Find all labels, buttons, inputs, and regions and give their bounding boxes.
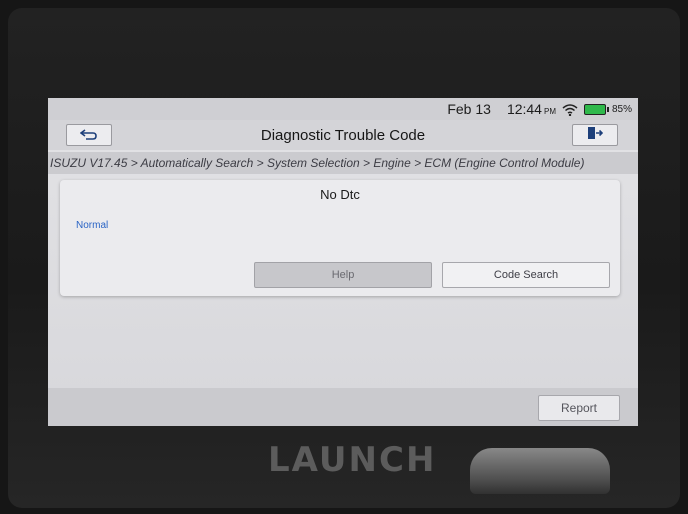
title-bar: Diagnostic Trouble Code	[48, 120, 638, 150]
page-title: Diagnostic Trouble Code	[260, 126, 426, 144]
help-button[interactable]: Help	[254, 262, 432, 288]
breadcrumb: ISUZU V17.45 > Automatically Search > Sy…	[48, 152, 638, 174]
battery-icon	[583, 103, 609, 115]
battery-percent: 85%	[611, 103, 632, 115]
exit-door-icon	[587, 126, 604, 145]
brand-logo: LAUNCH	[268, 440, 437, 480]
dtc-result-title: No Dtc	[320, 187, 360, 202]
dtc-status-text: Normal	[76, 220, 109, 231]
wifi-icon	[562, 103, 578, 117]
bezel-glare	[470, 448, 610, 494]
status-date: Feb 13	[447, 101, 491, 117]
dtc-result-card: No Dtc Normal Help Code Search	[60, 180, 620, 296]
report-button[interactable]: Report	[538, 395, 620, 421]
back-arrow-icon	[79, 125, 98, 146]
status-time: 12:44	[506, 101, 542, 117]
code-search-button[interactable]: Code Search	[442, 262, 610, 288]
bottom-toolbar: Report	[48, 388, 638, 426]
back-button[interactable]	[66, 124, 112, 146]
status-ampm: PM	[543, 106, 556, 116]
status-bar: Feb 13 12:44 PM 85%	[48, 98, 638, 120]
exit-button[interactable]	[572, 124, 618, 146]
device-screen: Feb 13 12:44 PM 85% Diagnostic Trouble C…	[48, 98, 638, 426]
